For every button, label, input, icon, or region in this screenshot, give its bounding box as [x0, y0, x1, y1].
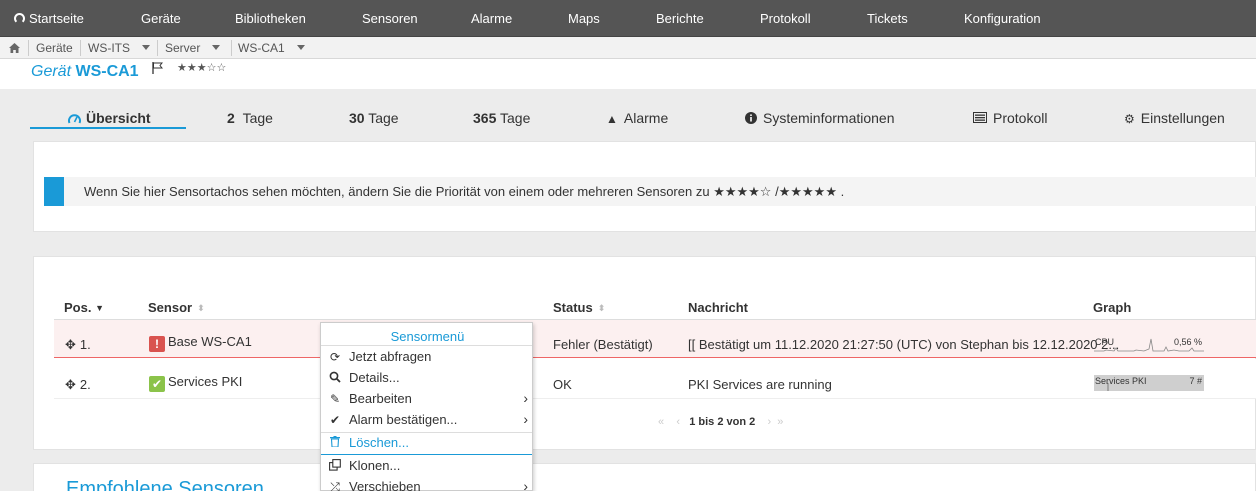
column-header-sensor[interactable]: Sensor ⬍	[148, 300, 205, 315]
refresh-icon: ⟳	[329, 350, 341, 364]
trash-icon	[328, 436, 342, 450]
row-message: PKI Services are running	[688, 377, 832, 392]
info-message: Wenn Sie hier Sensortachos sehen möchten…	[84, 184, 845, 199]
breadcrumb-separator	[80, 40, 81, 56]
nav-geraete[interactable]: Geräte	[141, 0, 181, 37]
nav-tickets[interactable]: Tickets	[867, 0, 908, 37]
menu-item-loeschen[interactable]: Löschen...	[321, 432, 532, 455]
info-icon	[745, 112, 757, 124]
row-sensor[interactable]: ✔ Services PKI	[149, 374, 242, 392]
priority-stars-five: ★★★★★	[778, 184, 837, 199]
warning-icon: ▲	[606, 112, 618, 126]
column-header-status[interactable]: Status ⬍	[553, 300, 605, 315]
info-accent	[44, 177, 64, 206]
nav-bibliotheken[interactable]: Bibliotheken	[235, 0, 306, 37]
nav-maps[interactable]: Maps	[568, 0, 600, 37]
breadcrumb-geraete[interactable]: Geräte	[36, 37, 73, 59]
move-icon[interactable]: ✥	[65, 337, 76, 353]
breadcrumb-separator	[157, 40, 158, 56]
pagination: « ‹ 1 bis 2 von 2 › »	[658, 416, 783, 428]
nav-berichte[interactable]: Berichte	[656, 0, 704, 37]
sort-icon: ⬍	[597, 303, 606, 313]
first-page-icon[interactable]: «	[658, 416, 664, 428]
menu-item-verschieben[interactable]: ⤮ Verschieben ›	[321, 477, 532, 491]
recommended-title: Empfohlene Sensoren	[66, 478, 264, 491]
menu-item-details[interactable]: Details...	[321, 368, 532, 389]
tab-systeminformationen[interactable]: Systeminformationen	[745, 110, 895, 130]
sparkline-graph[interactable]: Services PKI 7 #	[1094, 375, 1204, 391]
menu-item-jetzt-abfragen[interactable]: ⟳ Jetzt abfragen	[321, 347, 532, 368]
clone-icon	[328, 459, 342, 474]
gear-icon: ⚙	[1124, 112, 1135, 126]
tab-2-tage[interactable]: 2 Tage	[227, 110, 273, 130]
tab-alarme[interactable]: ▲ Alarme	[606, 110, 668, 130]
nav-konfiguration[interactable]: Konfiguration	[964, 0, 1041, 37]
menu-item-alarm-bestaetigen[interactable]: ✔ Alarm bestätigen... ›	[321, 410, 532, 431]
ok-status-icon: ✔	[149, 376, 165, 392]
chevron-right-icon: ›	[523, 478, 528, 491]
sort-desc-icon: ▼	[95, 303, 105, 313]
shuffle-icon: ⤮	[330, 480, 340, 491]
error-status-icon: !	[149, 336, 165, 352]
nav-startseite[interactable]: Startseite	[14, 0, 84, 37]
home-icon[interactable]	[9, 43, 20, 53]
sort-icon: ⬍	[197, 303, 205, 313]
breadcrumb-ws-ca1[interactable]: WS-CA1	[238, 37, 305, 59]
row-message: [[ Bestätigt um 11.12.2020 21:27:50 (UTC…	[688, 337, 1120, 352]
tab-protokoll[interactable]: Protokoll	[973, 110, 1047, 130]
nav-alarme[interactable]: Alarme	[471, 0, 512, 37]
move-icon[interactable]: ✥	[65, 377, 76, 393]
breadcrumb-separator	[28, 40, 29, 56]
chevron-down-icon[interactable]	[142, 45, 150, 50]
search-icon	[328, 371, 342, 386]
clone-icon-svg	[329, 459, 341, 471]
column-header-pos[interactable]: Pos. ▼	[64, 300, 104, 315]
trash-icon-svg	[330, 436, 340, 448]
edit-icon: ✎	[329, 392, 341, 406]
next-page-icon[interactable]: ›	[767, 416, 771, 428]
chevron-down-icon[interactable]	[296, 45, 305, 50]
priority-stars[interactable]: ★★★☆☆	[177, 61, 226, 74]
page-title: Gerät WS-CA1	[31, 63, 139, 80]
nav-protokoll[interactable]: Protokoll	[760, 0, 811, 37]
row-pos[interactable]: ✥ 2.	[65, 377, 91, 393]
chevron-down-icon[interactable]	[212, 45, 221, 50]
gauge-icon	[68, 114, 81, 124]
chevron-right-icon: ›	[523, 390, 528, 406]
priority-stars-four: ★★★★☆	[713, 184, 772, 199]
breadcrumb: Geräte WS-ITS Server WS-CA1	[0, 37, 1256, 59]
sparkline-graph[interactable]: CPU 0,56 %	[1094, 336, 1204, 352]
row-pos[interactable]: ✥ 1.	[65, 337, 91, 353]
tab-einstellungen[interactable]: ⚙ Einstellungen	[1124, 110, 1225, 130]
active-tab-indicator	[30, 127, 186, 129]
context-menu-divider	[321, 345, 532, 346]
breadcrumb-ws-its[interactable]: WS-ITS	[88, 37, 150, 59]
row-status: OK	[553, 377, 572, 392]
menu-item-bearbeiten[interactable]: ✎ Bearbeiten ›	[321, 389, 532, 410]
row-status: Fehler (Bestätigt)	[553, 337, 653, 352]
context-menu-title: Sensormenü	[390, 329, 465, 344]
list-icon	[973, 112, 987, 123]
row-sensor[interactable]: ! Base WS-CA1	[149, 334, 252, 352]
breadcrumb-server[interactable]: Server	[165, 37, 221, 59]
column-header-graph: Graph	[1093, 300, 1132, 315]
sensor-context-menu: Sensormenü ⟳ Jetzt abfragen Details... ✎ B…	[320, 322, 533, 491]
top-navigation: Startseite Geräte Bibliotheken Sensoren …	[0, 0, 1256, 37]
dashboard-icon	[14, 13, 25, 24]
chevron-right-icon: ›	[523, 411, 528, 427]
prev-page-icon[interactable]: ‹	[676, 416, 680, 428]
breadcrumb-separator	[231, 40, 232, 56]
tab-365-tage[interactable]: 365 Tage	[473, 110, 530, 130]
search-icon-svg	[329, 371, 341, 383]
tab-30-tage[interactable]: 30 Tage	[349, 110, 399, 130]
menu-item-klonen[interactable]: Klonen...	[321, 456, 532, 477]
flag-icon[interactable]	[152, 62, 163, 74]
column-header-message: Nachricht	[688, 300, 748, 315]
check-icon: ✔	[329, 413, 341, 427]
nav-sensoren[interactable]: Sensoren	[362, 0, 418, 37]
last-page-icon[interactable]: »	[777, 416, 783, 428]
pagination-label: 1 bis 2 von 2	[689, 416, 756, 428]
